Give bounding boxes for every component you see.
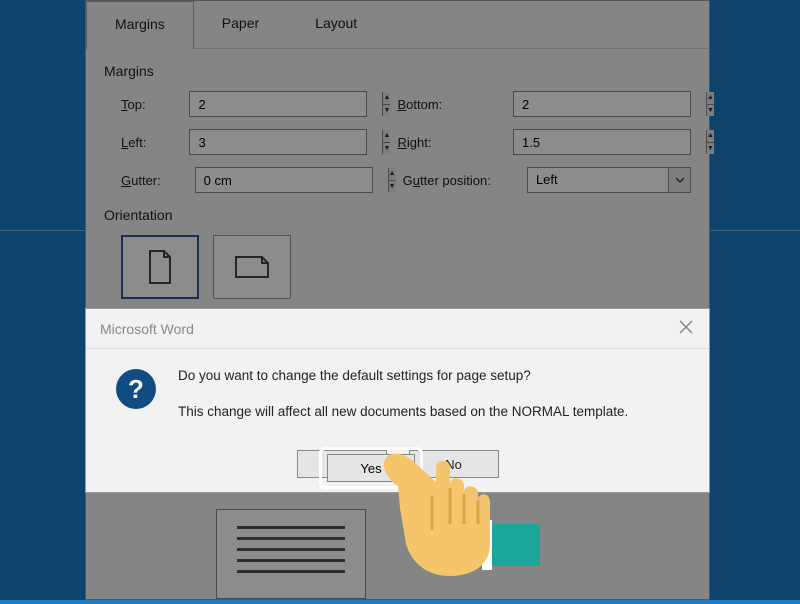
question-icon: ?: [116, 369, 156, 409]
dialog-text-line2: This change will affect all new document…: [178, 403, 628, 421]
yes-button-highlight: Yes: [319, 447, 423, 489]
close-button[interactable]: [677, 318, 695, 339]
dialog-text-line1: Do you want to change the default settin…: [178, 367, 628, 385]
dim-overlay: [0, 0, 800, 600]
close-icon: [677, 318, 695, 336]
yes-button-highlighted[interactable]: Yes: [327, 454, 415, 482]
dialog-title: Microsoft Word: [100, 321, 194, 337]
